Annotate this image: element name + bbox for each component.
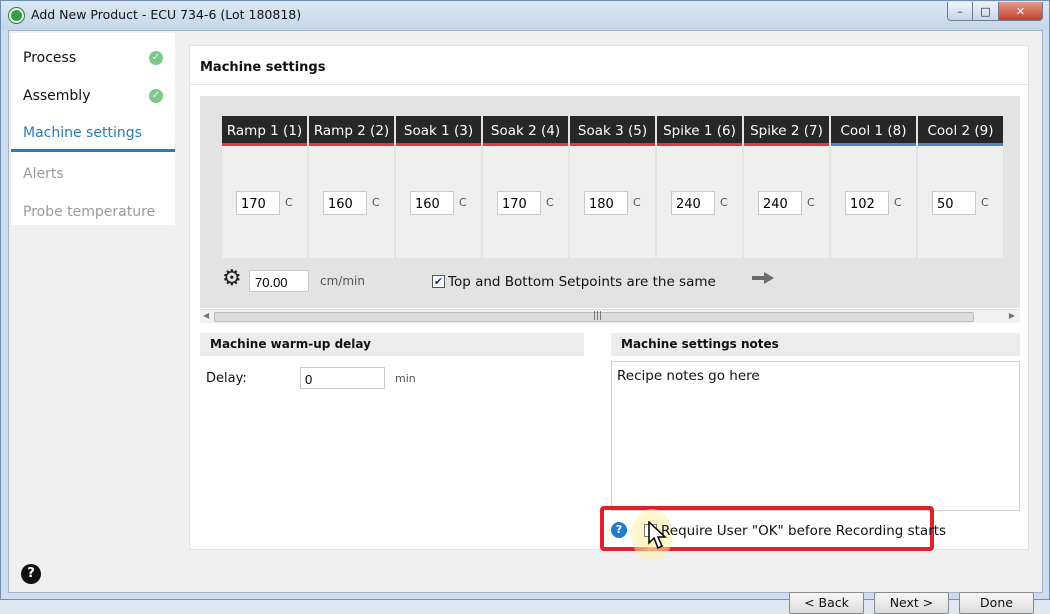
window-title: Add New Product - ECU 734-6 (Lot 180818) — [31, 7, 302, 22]
scroll-right-icon[interactable]: ▶ — [1009, 311, 1015, 320]
scrollbar-thumb[interactable]: ||| — [214, 311, 974, 322]
zone-setpoint-input[interactable] — [497, 191, 541, 215]
zone-header: Soak 3 (5) — [570, 116, 655, 146]
conveyor-speed-input[interactable] — [249, 270, 309, 292]
zone-column: Ramp 1 (1) C — [222, 116, 307, 258]
zone-setpoint-input[interactable] — [410, 191, 454, 215]
zone-setpoint-input[interactable] — [758, 191, 802, 215]
app-logo-icon — [9, 8, 24, 23]
delay-input[interactable] — [300, 367, 385, 389]
same-setpoints-label: Top and Bottom Setpoints are the same — [448, 274, 716, 290]
zone-header: Ramp 1 (1) — [222, 116, 307, 146]
wizard-sidebar: Process ✓ Assembly ✓ Machine settings Al… — [11, 33, 175, 225]
sidebar-item-alerts: Alerts — [11, 155, 175, 193]
zone-header: Soak 2 (4) — [483, 116, 568, 146]
active-tab-indicator — [11, 149, 175, 152]
zone-column: Spike 2 (7) C — [744, 116, 829, 258]
sidebar-item-label: Alerts — [23, 166, 64, 182]
delay-label: Delay: — [206, 371, 247, 386]
minimize-button[interactable]: – — [947, 2, 973, 21]
sidebar-item-label: Probe temperature — [23, 204, 156, 220]
zone-unit: C — [807, 196, 815, 209]
zone-column: Soak 1 (3) C — [396, 116, 481, 258]
zone-column: Soak 3 (5) C — [570, 116, 655, 258]
zone-unit: C — [981, 196, 989, 209]
machine-settings-panel: Machine settings Ramp 1 (1) C Ramp 2 (2)… — [189, 45, 1029, 550]
sidebar-item-label: Machine settings — [23, 125, 142, 141]
zone-header: Ramp 2 (2) — [309, 116, 394, 146]
arrow-right-icon[interactable] — [752, 272, 774, 284]
grip-icon: ||| — [593, 311, 603, 321]
info-icon[interactable]: ? — [611, 522, 627, 538]
zone-unit: C — [894, 196, 902, 209]
maximize-button[interactable]: □ — [973, 2, 999, 21]
zone-setpoint-input[interactable] — [236, 191, 280, 215]
zone-setpoint-input[interactable] — [932, 191, 976, 215]
zone-setpoint-input[interactable] — [671, 191, 715, 215]
zone-unit: C — [372, 196, 380, 209]
sidebar-item-label: Process — [23, 50, 77, 66]
zone-header: Cool 2 (9) — [918, 116, 1003, 146]
zone-column: Soak 2 (4) C — [483, 116, 568, 258]
gear-icon: ⚙ — [222, 266, 242, 291]
require-ok-label: Require User "OK" before Recording start… — [661, 523, 947, 539]
warmup-section-header: Machine warm-up delay — [200, 333, 584, 356]
window-controls: – □ ✕ — [947, 2, 1043, 21]
horizontal-scrollbar[interactable]: ◀ ||| ▶ — [200, 309, 1020, 323]
notes-textarea[interactable]: Recipe notes go here — [611, 361, 1020, 511]
sidebar-item-process[interactable]: Process ✓ — [11, 39, 175, 77]
zone-setpoints-area: Ramp 1 (1) C Ramp 2 (2) C Soak 1 (3) C S… — [200, 96, 1020, 308]
back-button[interactable]: < Back — [789, 592, 864, 614]
zone-setpoint-input[interactable] — [323, 191, 367, 215]
help-icon[interactable]: ? — [21, 564, 41, 584]
zone-unit: C — [285, 196, 293, 209]
zone-column: Ramp 2 (2) C — [309, 116, 394, 258]
close-button[interactable]: ✕ — [999, 2, 1043, 21]
zone-header: Soak 1 (3) — [396, 116, 481, 146]
zone-unit: C — [633, 196, 641, 209]
sidebar-item-label: Assembly — [23, 88, 91, 104]
sidebar-item-assembly[interactable]: Assembly ✓ — [11, 77, 175, 115]
zone-header: Spike 2 (7) — [744, 116, 829, 146]
title-bar[interactable]: Add New Product - ECU 734-6 (Lot 180818)… — [1, 1, 1049, 30]
zone-setpoint-input[interactable] — [845, 191, 889, 215]
check-icon: ✓ — [149, 89, 163, 103]
zone-unit: C — [720, 196, 728, 209]
next-button[interactable]: Next > — [874, 592, 949, 614]
done-button[interactable]: Done — [959, 592, 1034, 614]
mouse-pointer-icon — [648, 521, 667, 550]
zone-column: Cool 2 (9) C — [918, 116, 1003, 258]
notes-section-header: Machine settings notes — [611, 333, 1020, 356]
zone-header: Cool 1 (8) — [831, 116, 916, 146]
sidebar-item-machine-settings[interactable]: Machine settings — [11, 114, 175, 152]
divider — [190, 84, 1028, 85]
same-setpoints-checkbox[interactable]: ✔ — [432, 275, 445, 288]
zone-column: Spike 1 (6) C — [657, 116, 742, 258]
conveyor-speed-unit: cm/min — [320, 274, 365, 288]
scroll-left-icon[interactable]: ◀ — [203, 311, 209, 320]
zone-unit: C — [459, 196, 467, 209]
sidebar-item-probe-temperature: Probe temperature — [11, 193, 175, 231]
zone-unit: C — [546, 196, 554, 209]
zone-setpoint-input[interactable] — [584, 191, 628, 215]
check-icon: ✓ — [149, 51, 163, 65]
delay-unit: min — [395, 372, 416, 385]
zone-column: Cool 1 (8) C — [831, 116, 916, 258]
page-title: Machine settings — [200, 60, 326, 75]
app-window: Add New Product - ECU 734-6 (Lot 180818)… — [0, 0, 1050, 614]
zone-header: Spike 1 (6) — [657, 116, 742, 146]
